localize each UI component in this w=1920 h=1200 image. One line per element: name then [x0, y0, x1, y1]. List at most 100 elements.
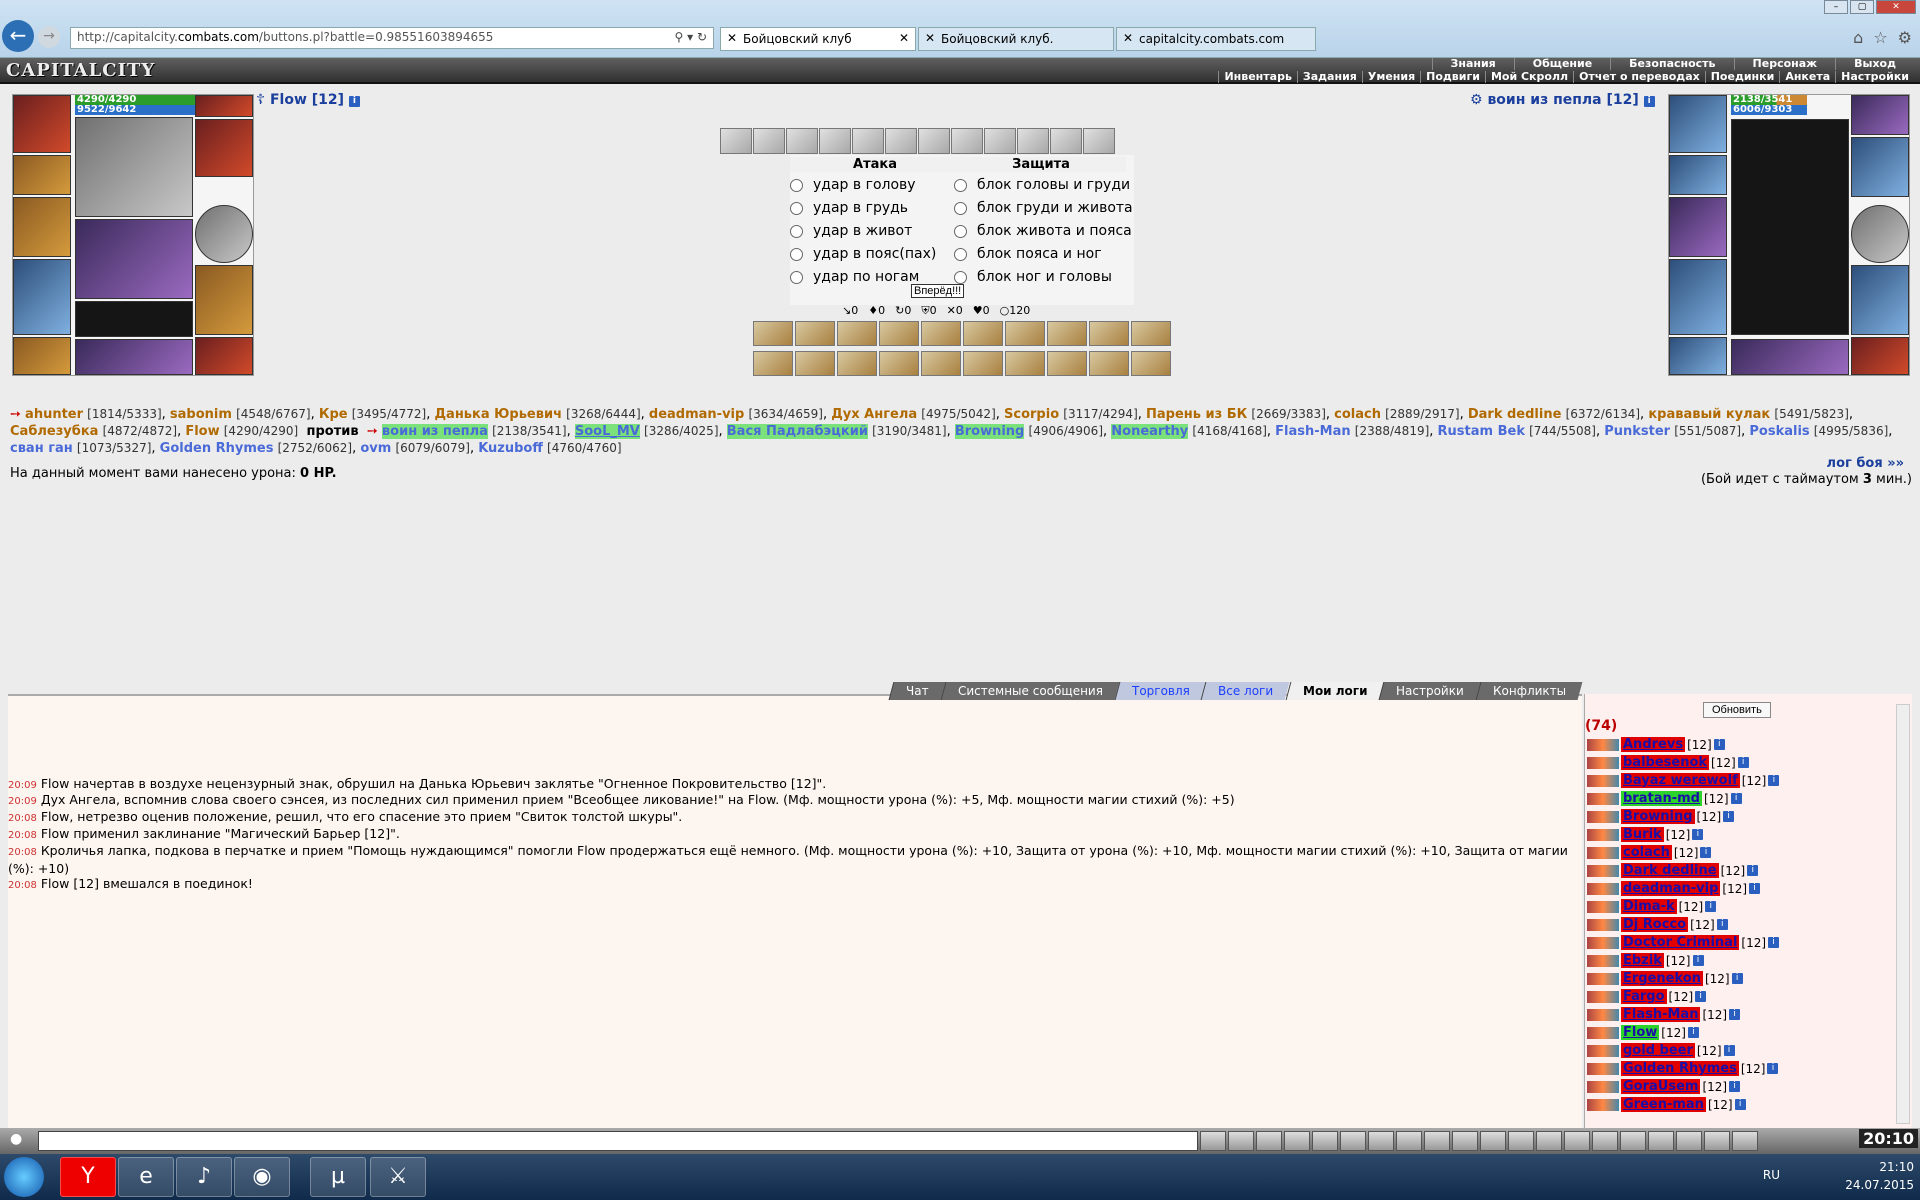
attack-option-chest[interactable]: удар в грудь [790, 200, 908, 216]
start-button[interactable] [4, 1157, 44, 1197]
fighter-name[interactable]: ovm [360, 441, 391, 456]
attack-option-legs[interactable]: удар по ногам [790, 269, 919, 285]
submenu-feats[interactable]: Подвиги [1420, 71, 1485, 83]
defense-option-4[interactable]: блок пояса и ног [954, 246, 1102, 262]
tab-chat[interactable]: Чат [888, 682, 945, 700]
pet-slot[interactable] [195, 337, 253, 375]
info-icon[interactable]: i [1768, 937, 1780, 948]
player-row[interactable]: Flash-Man [12] i [1587, 1006, 1741, 1023]
menu-item-knowledge[interactable]: Знания [1431, 58, 1514, 70]
maximize-button[interactable]: ▢ [1850, 0, 1874, 14]
effect-icon[interactable] [753, 351, 793, 376]
submenu-skills[interactable]: Умения [1361, 71, 1420, 83]
player-row[interactable]: Fargo [12] i [1587, 988, 1707, 1005]
armor-slot[interactable] [1669, 259, 1727, 335]
fighter-name[interactable]: воин из пепла [381, 424, 488, 439]
menu-item-exit[interactable]: Выход [1835, 58, 1914, 70]
player-row-name[interactable]: Browning [1621, 809, 1695, 824]
legs-slot[interactable] [1851, 265, 1909, 335]
firefox-icon[interactable]: ◉ [234, 1157, 290, 1197]
gift-icon[interactable] [1536, 1131, 1562, 1151]
info-icon[interactable]: i [1737, 757, 1749, 768]
radio-button[interactable] [954, 270, 967, 284]
tab-conflicts[interactable]: Конфликты [1475, 682, 1583, 700]
fighter-name[interactable]: ahunter [25, 407, 83, 422]
flag-icon[interactable] [1704, 1131, 1730, 1151]
fighter-name[interactable]: Парень из БК [1146, 407, 1247, 422]
skill-slot[interactable] [984, 128, 1016, 154]
info-icon[interactable]: i [1700, 847, 1712, 858]
pet-icon[interactable] [1452, 1131, 1478, 1151]
browser-tab-2[interactable]: ✕ Бойцовский клуб. [918, 27, 1114, 51]
tab-trade[interactable]: Торговля [1114, 682, 1206, 700]
player-row-name[interactable]: Ergenekon [1621, 971, 1703, 986]
submenu-profile[interactable]: Анкета [1779, 71, 1835, 83]
menu-item-security[interactable]: Безопасность [1610, 58, 1733, 70]
info-icon[interactable]: i [1731, 973, 1743, 984]
submenu-fights[interactable]: Поединки [1704, 71, 1780, 83]
exit-icon[interactable] [1732, 1131, 1758, 1151]
fighter-name[interactable]: Kuzuboff [478, 441, 543, 456]
defense-option-2[interactable]: блок груди и живота [954, 200, 1133, 216]
boots-slot[interactable] [1669, 337, 1727, 375]
scroll-icon[interactable] [1340, 1131, 1366, 1151]
player-row-name[interactable]: balbesenok [1621, 755, 1710, 770]
effect-icon[interactable] [879, 321, 919, 346]
media-player-icon[interactable]: ♪ [176, 1157, 232, 1197]
fighter-name[interactable]: Дух Ангела [831, 407, 917, 422]
player-row[interactable]: gold beer [12] i [1587, 1042, 1735, 1059]
effect-icon[interactable] [921, 321, 961, 346]
info-icon[interactable]: i [1723, 1045, 1735, 1056]
menu-item-communication[interactable]: Общение [1513, 58, 1610, 70]
info-icon[interactable]: i [1730, 793, 1742, 804]
info-icon[interactable]: i [1692, 955, 1704, 966]
defense-option-5[interactable]: блок ног и головы [954, 269, 1112, 285]
language-indicator[interactable]: RU [1763, 1168, 1780, 1182]
smiley-icon[interactable] [1396, 1131, 1422, 1151]
attack-option-belly[interactable]: удар в живот [790, 223, 912, 239]
player-row-name[interactable]: Flash-Man [1621, 1007, 1701, 1022]
info-icon[interactable]: i [1749, 883, 1761, 894]
close-tab-icon[interactable]: ✕ [899, 31, 909, 45]
player-row-name[interactable]: Golden Rhymes [1621, 1061, 1739, 1076]
game-client-icon[interactable]: ⚔ [370, 1157, 426, 1197]
tab-all-logs[interactable]: Все логи [1201, 682, 1290, 700]
player-row[interactable]: Bayaz werewolf [12] i [1587, 772, 1780, 789]
defense-option-1[interactable]: блок головы и груди [954, 177, 1130, 193]
info-icon[interactable]: i [1695, 991, 1707, 1002]
radio-button[interactable] [790, 247, 803, 261]
tab-system[interactable]: Системные сообщения [940, 682, 1119, 700]
fighter-name[interactable]: Scorpio [1004, 407, 1059, 422]
info-icon[interactable]: i [1723, 811, 1735, 822]
fighter-name[interactable]: Flash-Man [1275, 424, 1350, 439]
address-bar[interactable]: http://capitalcity.combats.com/buttons.p… [70, 27, 714, 49]
skill-slot[interactable] [786, 128, 818, 154]
player-row-name[interactable]: Bayaz werewolf [1621, 773, 1740, 788]
runes-row[interactable] [75, 339, 193, 375]
radio-button[interactable] [790, 178, 803, 192]
smiley-menu-icon[interactable]: ● [10, 1131, 22, 1147]
helmet-slot[interactable] [13, 95, 71, 153]
armor-slot[interactable] [13, 259, 71, 335]
player-row-name[interactable]: Fargo [1621, 989, 1667, 1004]
gloves-slot[interactable] [1851, 137, 1909, 197]
weapon-slot[interactable] [1669, 197, 1727, 257]
effect-icon[interactable] [1005, 321, 1045, 346]
effect-icon[interactable] [1005, 351, 1045, 376]
close-window-button[interactable]: ✕ [1876, 0, 1916, 14]
tab-my-logs[interactable]: Мои логи [1285, 682, 1384, 700]
skill-slot[interactable] [819, 128, 851, 154]
star-icon[interactable]: ☆ [1873, 28, 1887, 47]
player-row-name[interactable]: deadman-vip [1621, 881, 1721, 896]
weapon-slot[interactable] [13, 197, 71, 257]
battle-log-link[interactable]: лог боя »» [1827, 456, 1904, 471]
submenu-transfers[interactable]: Отчет о переводах [1573, 71, 1705, 83]
radio-button[interactable] [954, 224, 967, 238]
fighter-name[interactable]: Rustam Bek [1438, 424, 1525, 439]
player-row[interactable]: Golden Rhymes [12] i [1587, 1060, 1779, 1077]
effect-icon[interactable] [1047, 321, 1087, 346]
players-scrollbar[interactable] [1896, 704, 1910, 1124]
info-icon[interactable]: i [1734, 1099, 1746, 1110]
player-row[interactable]: deadman-vip [12] i [1587, 880, 1761, 897]
radio-button[interactable] [790, 224, 803, 238]
